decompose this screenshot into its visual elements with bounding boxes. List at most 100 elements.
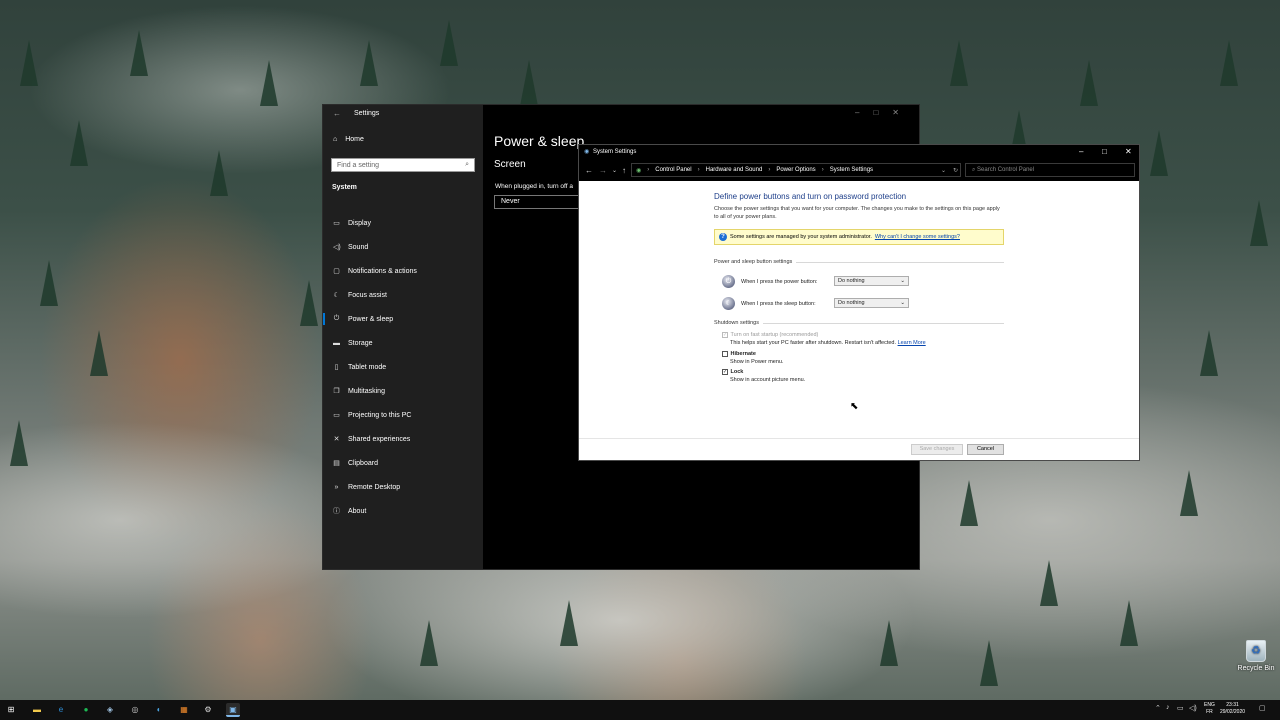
page-heading: Define power buttons and turn on passwor… <box>714 192 907 201</box>
settings-search-input[interactable]: Find a setting ⌕ <box>331 158 475 172</box>
clock[interactable]: 23:31 29/02/2020 <box>1220 702 1245 716</box>
breadcrumb-item[interactable]: Control Panel <box>655 167 691 173</box>
sidebar-item-multitasking[interactable]: ❐ Multitasking <box>323 379 483 403</box>
tree-decoration <box>1150 130 1168 176</box>
sidebar-item-notifications-actions[interactable]: ▢ Notifications & actions <box>323 259 483 283</box>
back-arrow-icon[interactable]: ← <box>585 166 593 175</box>
spotify-icon[interactable]: ● <box>79 703 93 717</box>
breadcrumb-separator: › <box>697 167 700 173</box>
breadcrumb-item[interactable]: Hardware and Sound <box>706 167 763 173</box>
tree-decoration <box>20 40 38 86</box>
sleep-button-select[interactable]: Do nothing ⌄ <box>834 298 909 308</box>
breadcrumb-item[interactable]: Power Options <box>776 167 815 173</box>
window-controls-icon[interactable]: –□✕ <box>855 108 913 117</box>
sleep-button-row: ☾ When I press the sleep button: Do noth… <box>722 297 909 310</box>
show-hidden-icons-icon[interactable]: ⌃ <box>1155 704 1161 712</box>
sidebar-item-shared-experiences[interactable]: ✕ Shared experiences <box>323 427 483 451</box>
start-button-icon[interactable]: ⊞ <box>4 703 18 717</box>
settings-window-controls: –□✕ <box>483 105 919 123</box>
sidebar-item-about[interactable]: ⓘ About <box>323 499 483 523</box>
hibernate-description: Show in Power menu. <box>730 359 784 366</box>
lock-option: ✓ Lock Show in account picture menu. <box>722 369 805 383</box>
screen-timeout-select[interactable]: Never <box>494 195 580 209</box>
display-icon: ▭ <box>333 220 340 227</box>
sidebar-item-label: Display <box>348 219 371 227</box>
sidebar-item-storage[interactable]: ▬ Storage <box>323 331 483 355</box>
minimize-icon[interactable]: – <box>1079 147 1083 156</box>
save-changes-button[interactable]: Save changes <box>911 444 963 455</box>
why-cant-change-link[interactable]: Why can't I change some settings? <box>875 234 960 240</box>
address-dropdown-icon[interactable]: ⌄ <box>941 167 946 174</box>
sidebar-item-clipboard[interactable]: ▤ Clipboard <box>323 451 483 475</box>
language-indicator[interactable]: ENG FR <box>1204 702 1215 716</box>
fast-startup-checkbox[interactable]: ✓ <box>722 332 728 338</box>
up-arrow-icon[interactable]: ↑ <box>622 166 626 175</box>
sidebar-item-label: Power & sleep <box>348 315 394 323</box>
storage-icon: ▬ <box>333 339 340 347</box>
clock-time: 23:31 <box>1226 702 1239 708</box>
action-center-icon[interactable]: ▢ <box>1259 704 1266 712</box>
shutdown-settings-label: Shutdown settings <box>714 320 759 326</box>
close-icon[interactable]: ✕ <box>1125 147 1132 156</box>
shared-experiences-icon: ✕ <box>333 436 340 443</box>
sidebar-item-power-sleep[interactable]: ⏻ Power & sleep <box>323 307 483 331</box>
power-button-row: ⏻ When I press the power button: Do noth… <box>722 275 909 288</box>
remote-desktop-icon: » <box>334 483 339 491</box>
maximize-icon[interactable]: □ <box>1102 147 1107 156</box>
app-icon[interactable]: ◐ <box>152 703 166 717</box>
sidebar-item-sound[interactable]: ◁) Sound <box>323 235 483 259</box>
sidebar-item-display[interactable]: ▭ Display <box>323 211 483 235</box>
tree-decoration <box>1080 60 1098 106</box>
sidebar-item-home[interactable]: ⌂ Home <box>333 136 364 143</box>
sublime-text-icon[interactable]: ▦ <box>177 703 191 717</box>
sidebar-item-projecting-to-this-pc[interactable]: ▭ Projecting to this PC <box>323 403 483 427</box>
sidebar-item-focus-assist[interactable]: ☾ Focus assist <box>323 283 483 307</box>
cancel-button[interactable]: Cancel <box>967 444 1004 455</box>
mouse-cursor-icon: ⬉ <box>850 401 859 412</box>
fast-startup-option: ✓ Turn on fast startup (recommended) Thi… <box>722 332 926 346</box>
lock-checkbox[interactable]: ✓ <box>722 369 728 375</box>
obs-icon[interactable]: ◎ <box>128 703 142 717</box>
tree-decoration <box>40 260 58 306</box>
home-label: Home <box>345 136 364 143</box>
breadcrumb-separator: › <box>821 167 824 173</box>
tree-decoration <box>420 620 438 666</box>
settings-gear-icon[interactable]: ⚙ <box>201 703 215 717</box>
system-settings-title: System Settings <box>593 149 637 155</box>
chevron-down-icon: ⌄ <box>900 300 905 306</box>
language-bottom: FR <box>1206 709 1213 715</box>
control-panel-taskbar-icon[interactable]: ▣ <box>226 703 240 717</box>
steam-icon[interactable]: ◈ <box>103 703 117 717</box>
breadcrumb-separator: › <box>768 167 771 173</box>
refresh-icon[interactable]: ↻ <box>953 167 958 174</box>
sidebar-item-label: Clipboard <box>348 459 378 467</box>
tree-decoration <box>300 280 318 326</box>
multitasking-icon: ❐ <box>333 388 340 395</box>
network-icon[interactable]: ▭ <box>1177 704 1184 712</box>
breadcrumb-item[interactable]: System Settings <box>830 167 873 173</box>
recycle-bin[interactable]: ♻ Recycle Bin <box>1236 640 1276 672</box>
control-panel-search-input[interactable]: ⌕ Search Control Panel <box>965 163 1135 177</box>
edge-browser-icon[interactable]: e <box>54 703 68 717</box>
volume-icon[interactable]: ◁) <box>1189 704 1197 712</box>
sidebar-item-label: Projecting to this PC <box>348 411 412 419</box>
file-explorer-icon[interactable]: ▬ <box>30 703 44 717</box>
learn-more-link[interactable]: Learn More <box>898 340 926 346</box>
recent-locations-icon[interactable]: ⌄ <box>612 167 617 174</box>
tree-decoration <box>960 480 978 526</box>
power-button-select[interactable]: Do nothing ⌄ <box>834 276 909 286</box>
microphone-icon[interactable]: ♪ <box>1166 704 1170 711</box>
back-arrow-icon[interactable]: ← <box>333 109 341 118</box>
admin-info-bar: ? Some settings are managed by your syst… <box>714 229 1004 245</box>
breadcrumb[interactable]: ◉ › Control Panel › Hardware and Sound ›… <box>631 163 961 177</box>
forward-arrow-icon[interactable]: → <box>599 166 607 175</box>
sidebar-item-tablet-mode[interactable]: ▯ Tablet mode <box>323 355 483 379</box>
lock-description: Show in account picture menu. <box>730 377 806 384</box>
sidebar-item-remote-desktop[interactable]: » Remote Desktop <box>323 475 483 499</box>
lock-title: Lock <box>730 369 744 375</box>
hibernate-checkbox[interactable] <box>722 351 728 357</box>
tree-decoration <box>90 330 108 376</box>
fast-startup-description: This helps start your PC faster after sh… <box>730 340 897 347</box>
settings-title: Settings <box>354 110 380 117</box>
tree-decoration <box>1180 470 1198 516</box>
